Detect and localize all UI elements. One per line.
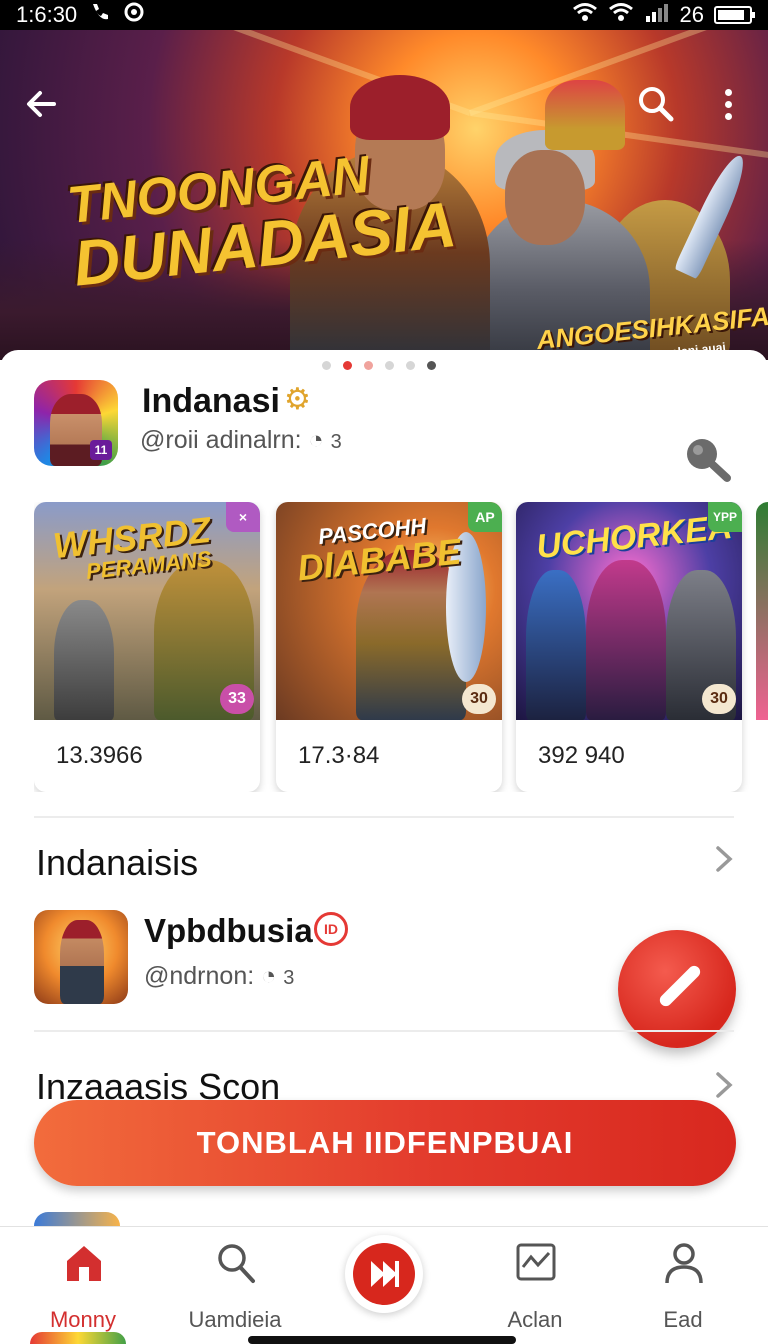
list-item-icon	[34, 910, 128, 1004]
nav-item-search[interactable]: Uamdieia	[170, 1241, 300, 1332]
status-right: 26	[572, 2, 755, 28]
card-image: UCHORKEA YPP 30	[516, 502, 742, 720]
primary-action-button[interactable]: TONBLAH IIDFENPBUAI	[34, 1100, 736, 1186]
chart-icon	[516, 1243, 556, 1281]
handle-text: @roii adinalrn:	[140, 426, 302, 454]
app-screen: 1:6:30 26 TNOONGAN DUNADASIA ANGOESIHKAS…	[0, 0, 768, 1344]
card-value: 13.3966	[56, 742, 143, 769]
battery-fill	[718, 10, 744, 20]
carousel-dot[interactable]	[364, 361, 373, 370]
profile-icon	[665, 1243, 703, 1284]
nav-label: Monny	[49, 1307, 117, 1332]
divider	[34, 816, 734, 818]
more-dot	[724, 112, 732, 120]
crown-icon	[545, 80, 625, 150]
app-handle: @roii adinalrn: ◔ 3	[140, 426, 342, 455]
carousel-dots[interactable]	[322, 361, 436, 370]
home-icon	[67, 1246, 101, 1281]
bottom-navigation: Monny Uamdieia Aclan Ead	[0, 1226, 768, 1344]
handle-text: @ndrnon:	[144, 962, 255, 990]
content-sheet: 11 Indanasi ⚙ @roii adinalrn: ◔ 3 WHSRDZ	[0, 350, 768, 1344]
carousel-dot[interactable]	[322, 361, 331, 370]
status-time: 1:6:30	[16, 2, 78, 27]
battery-icon	[714, 6, 755, 24]
play-forward-icon	[371, 1261, 399, 1287]
wifi-icon-2	[608, 2, 634, 28]
nav-item-profile[interactable]: Ead	[618, 1241, 748, 1332]
card-value: 392 940	[538, 742, 625, 769]
section-title: Indanaisis	[36, 842, 199, 883]
app-icon[interactable]: 11	[34, 380, 118, 466]
card-tag: AP	[468, 502, 502, 532]
app-header[interactable]: 11 Indanasi ⚙ @roii adinalrn: ◔ 3	[34, 380, 734, 482]
handle-count: 3	[283, 967, 295, 989]
card-image: PASCOHH DIABABE AP 30	[276, 502, 502, 720]
search-icon	[639, 87, 674, 122]
card-tag: YPP	[708, 502, 742, 532]
signal-icon	[644, 2, 670, 28]
app-icon-badge: 11	[90, 440, 112, 460]
warrior-figure	[54, 600, 114, 720]
notification-icon	[123, 1, 145, 29]
phone-icon	[89, 1, 111, 29]
chevron-right-icon[interactable]	[712, 1068, 736, 1111]
id-badge: ID	[314, 912, 348, 946]
warrior-figure	[586, 560, 666, 720]
comment-icon: ◔	[261, 962, 277, 990]
home-indicator[interactable]	[248, 1336, 516, 1344]
bottom-peek-icon	[30, 1332, 126, 1344]
nav-item-home[interactable]: Monny	[18, 1241, 148, 1332]
divider	[34, 1030, 734, 1032]
status-left: 1:6:30	[16, 1, 145, 29]
card-title: UCHORKEA	[534, 507, 734, 567]
carousel-dot[interactable]	[427, 361, 436, 370]
game-cards-carousel[interactable]: WHSRDZ PERAMANS × 33 13.3966 PASCOHH DIA…	[34, 502, 768, 792]
chevron-right-icon[interactable]	[712, 842, 736, 885]
list-item-name: Vpbdbusia	[144, 912, 313, 949]
card-value: 17.3·84	[298, 742, 380, 769]
nav-label: Aclan	[507, 1307, 563, 1332]
card-count: 33	[220, 684, 254, 714]
back-button[interactable]	[20, 82, 64, 126]
card-title-line1: UCHORKEA	[534, 507, 734, 567]
game-card[interactable]: UCHORKEA YPP 30 392 940	[516, 502, 742, 792]
carousel-dot[interactable]	[406, 361, 415, 370]
status-extra: 26	[679, 2, 704, 27]
card-count: 30	[702, 684, 736, 714]
list-item-handle: @ndrnon: ◔ 3	[144, 962, 294, 991]
app-name: Indanasi	[142, 382, 280, 420]
more-options-button[interactable]	[708, 82, 748, 126]
nav-label: Uamdieia	[188, 1307, 282, 1332]
wifi-icon	[572, 2, 598, 28]
avatar	[60, 920, 104, 1004]
warrior-figure	[526, 570, 586, 720]
game-card[interactable]: WHSRDZ PERAMANS × 33 13.3966	[34, 502, 260, 792]
arrow-left-icon	[27, 91, 56, 117]
carousel-dot[interactable]	[385, 361, 394, 370]
nav-item-chart[interactable]: Aclan	[470, 1241, 600, 1332]
nav-item-play[interactable]	[345, 1235, 423, 1313]
more-dot	[724, 88, 732, 96]
game-card[interactable]: PASCOHH DIABABE AP 30 17.3·84	[276, 502, 502, 792]
gear-icon: ⚙	[284, 383, 311, 416]
comment-icon: ◔	[308, 426, 324, 454]
carousel-dot-active[interactable]	[343, 361, 352, 370]
search-button[interactable]	[634, 82, 678, 126]
game-card-peek[interactable]	[756, 502, 768, 720]
warrior-turban	[350, 75, 450, 140]
card-count: 30	[462, 684, 496, 714]
play-forward-button	[353, 1243, 415, 1305]
search-icon	[687, 439, 731, 482]
close-icon[interactable]: ×	[226, 502, 260, 532]
handle-count: 3	[330, 431, 342, 453]
search-app-button[interactable]	[682, 434, 734, 484]
hero-banner[interactable]: TNOONGAN DUNADASIA ANGOESIHKASIFAN Vepas…	[0, 30, 768, 360]
nav-label: Ead	[663, 1307, 703, 1332]
status-bar: 1:6:30 26	[0, 0, 768, 30]
more-dot	[724, 100, 732, 108]
card-image: WHSRDZ PERAMANS × 33	[34, 502, 260, 720]
warrior-head	[505, 150, 585, 245]
search-icon	[218, 1244, 255, 1283]
